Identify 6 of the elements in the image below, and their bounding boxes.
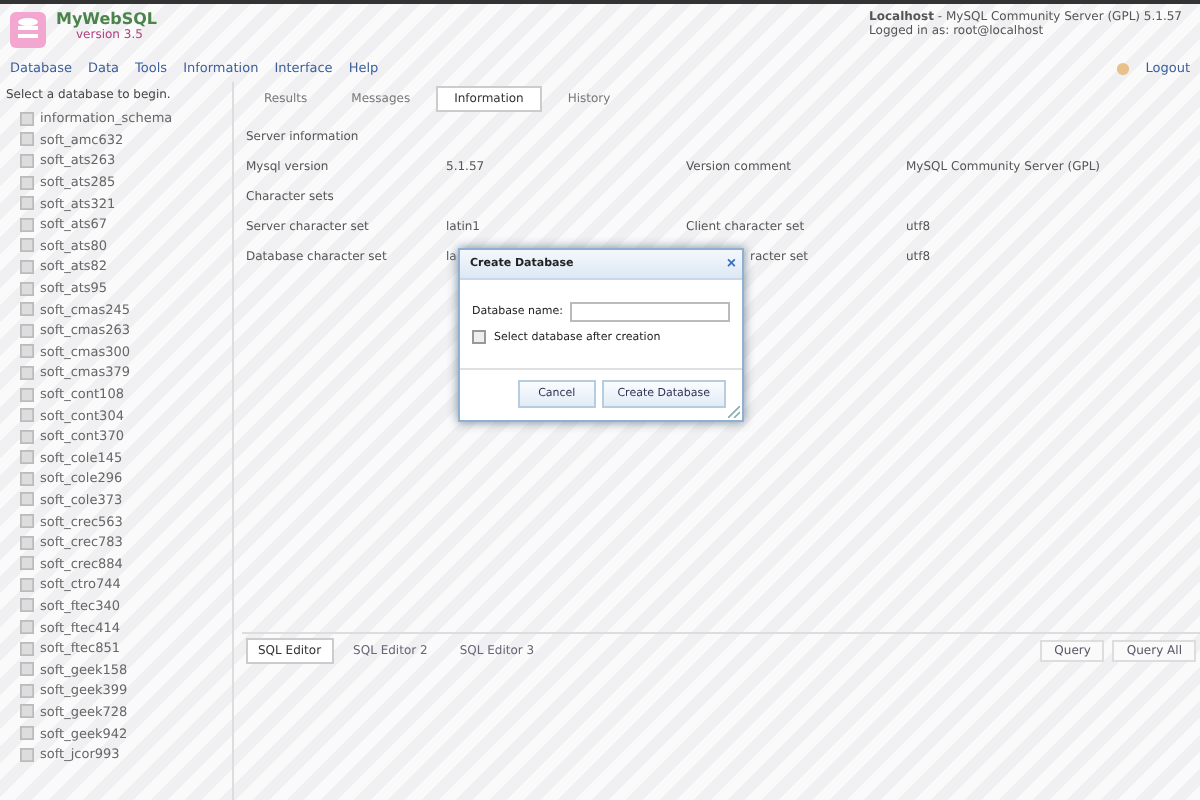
close-button[interactable]: × (726, 256, 736, 272)
database-logo-icon (8, 10, 48, 50)
app-name: MyWebSQL (56, 10, 158, 28)
checkbox[interactable] (472, 330, 486, 344)
resize-grip-icon (728, 406, 740, 418)
database-name-field[interactable] (570, 302, 730, 322)
